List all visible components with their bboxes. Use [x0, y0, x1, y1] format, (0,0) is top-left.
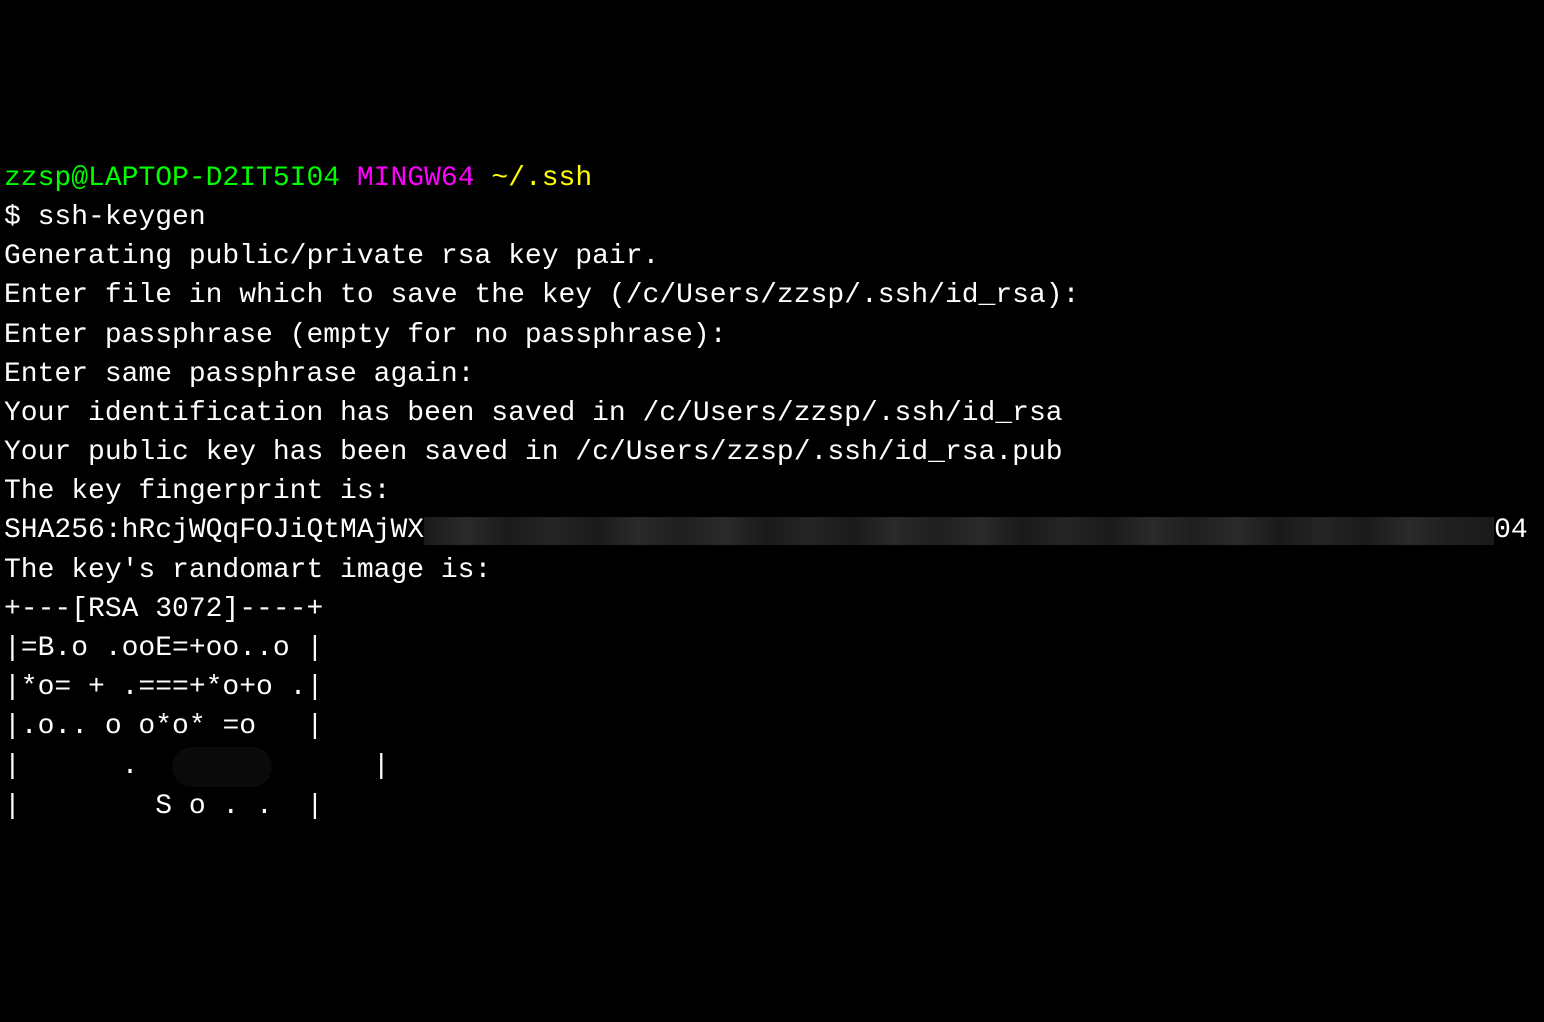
output-enter-passphrase-again: Enter same passphrase again:: [4, 355, 1540, 394]
output-enter-file: Enter file in which to save the key (/c/…: [4, 276, 1540, 315]
fingerprint-suffix: 04: [1494, 511, 1528, 550]
output-id-saved: Your identification has been saved in /c…: [4, 394, 1540, 433]
redacted-fingerprint: [424, 517, 1494, 545]
prompt-user-host: zzsp@LAPTOP-D2IT5I04: [4, 163, 340, 194]
output-fingerprint-line: SHA256:hRcjWQqFOJiQtMAjWX 04: [4, 511, 1540, 550]
redacted-randomart: [172, 747, 272, 787]
fingerprint-prefix: SHA256:hRcjWQqFOJiQtMAjWX: [4, 511, 424, 550]
output-enter-passphrase: Enter passphrase (empty for no passphras…: [4, 316, 1540, 355]
randomart-row-1: |=B.o .ooE=+oo..o |: [4, 629, 1540, 668]
randomart-row-5: | S o . . |: [4, 787, 1540, 826]
output-generating: Generating public/private rsa key pair.: [4, 237, 1540, 276]
prompt-line: zzsp@LAPTOP-D2IT5I04 MINGW64 ~/.ssh: [4, 159, 1540, 198]
randomart-row-0: +---[RSA 3072]----+: [4, 590, 1540, 629]
randomart-row-3: |.o.. o o*o* =o |: [4, 707, 1540, 746]
prompt-env: MINGW64: [357, 163, 475, 194]
prompt-symbol: $: [4, 202, 38, 233]
command-line: $ ssh-keygen: [4, 198, 1540, 237]
randomart-row-4: | . |: [4, 747, 1540, 787]
prompt-path: ~/.ssh: [491, 163, 592, 194]
command-text: ssh-keygen: [38, 202, 206, 233]
randomart-row-2: |*o= + .===+*o+o .|: [4, 668, 1540, 707]
output-fingerprint-label: The key fingerprint is:: [4, 472, 1540, 511]
output-pub-saved: Your public key has been saved in /c/Use…: [4, 433, 1540, 472]
terminal-output[interactable]: zzsp@LAPTOP-D2IT5I04 MINGW64 ~/.ssh$ ssh…: [4, 159, 1540, 826]
output-randomart-label: The key's randomart image is:: [4, 551, 1540, 590]
